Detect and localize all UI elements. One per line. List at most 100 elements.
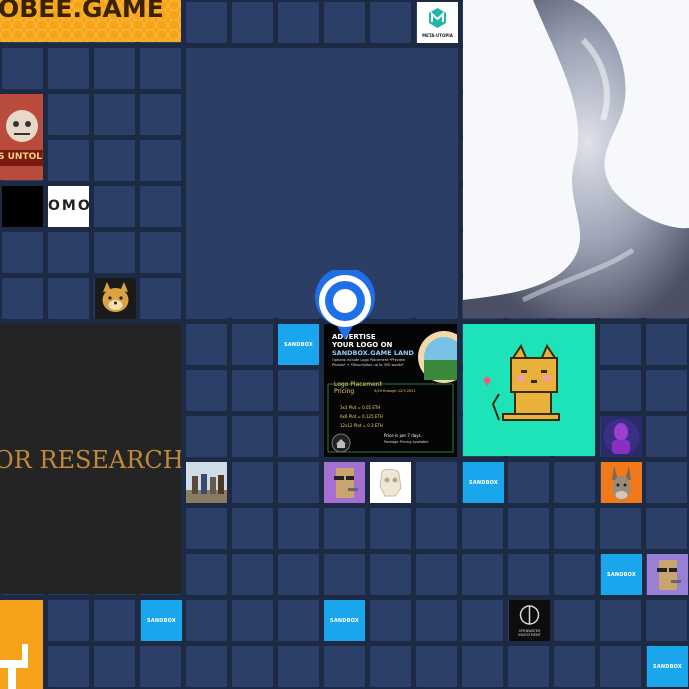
empty-parcel[interactable] bbox=[416, 508, 457, 549]
advert-billboard[interactable]: ADVERTISE YOUR LOGO ON SANDBOX.GAME LAND… bbox=[324, 324, 457, 457]
empty-parcel[interactable] bbox=[48, 140, 89, 181]
empty-parcel[interactable] bbox=[554, 508, 595, 549]
empty-parcel[interactable] bbox=[370, 646, 411, 687]
empty-parcel[interactable] bbox=[646, 600, 687, 641]
empty-parcel[interactable] bbox=[186, 554, 227, 595]
empty-parcel[interactable] bbox=[94, 48, 135, 89]
meta-utopia-logo[interactable]: META-UTOPIA bbox=[417, 2, 458, 43]
empty-parcel[interactable] bbox=[140, 646, 181, 687]
sandbox-logo-tile[interactable]: SANDBOX bbox=[647, 646, 688, 687]
empty-parcel[interactable] bbox=[324, 2, 365, 43]
empty-parcel[interactable] bbox=[140, 278, 181, 319]
empty-parcel[interactable] bbox=[508, 508, 549, 549]
punk-avatar-1[interactable] bbox=[324, 462, 365, 503]
sandbox-logo-tile[interactable]: SANDBOX bbox=[463, 462, 504, 503]
empty-parcel[interactable] bbox=[370, 600, 411, 641]
empty-parcel[interactable] bbox=[278, 462, 319, 503]
omo-logo[interactable]: OMO bbox=[48, 186, 89, 227]
sandbox-logo-tile[interactable]: SANDBOX bbox=[601, 554, 642, 595]
location-pin[interactable] bbox=[314, 267, 376, 342]
empty-parcel[interactable] bbox=[186, 508, 227, 549]
empty-parcel[interactable] bbox=[278, 554, 319, 595]
empty-parcel[interactable] bbox=[554, 600, 595, 641]
empty-parcel[interactable] bbox=[94, 94, 135, 135]
empty-parcel[interactable] bbox=[232, 2, 273, 43]
empty-parcel[interactable] bbox=[370, 508, 411, 549]
empty-parcel[interactable] bbox=[646, 370, 687, 411]
empty-parcel[interactable] bbox=[646, 324, 687, 365]
empty-parcel[interactable] bbox=[232, 416, 273, 457]
empty-parcel[interactable] bbox=[94, 600, 135, 641]
empty-parcel[interactable] bbox=[232, 462, 273, 503]
empty-parcel[interactable] bbox=[278, 416, 319, 457]
empty-parcel[interactable] bbox=[2, 48, 43, 89]
empty-parcel[interactable] bbox=[554, 554, 595, 595]
creature-artwork[interactable] bbox=[463, 0, 689, 318]
empty-parcel[interactable] bbox=[48, 646, 89, 687]
donkey-artwork[interactable] bbox=[601, 462, 642, 503]
empty-parcel[interactable] bbox=[600, 600, 641, 641]
empty-parcel[interactable] bbox=[2, 278, 43, 319]
empty-parcel[interactable] bbox=[646, 462, 687, 503]
empty-parcel[interactable] bbox=[554, 462, 595, 503]
empty-parcel[interactable] bbox=[462, 646, 503, 687]
empty-parcel[interactable] bbox=[48, 94, 89, 135]
empty-parcel[interactable] bbox=[416, 646, 457, 687]
empty-parcel[interactable] bbox=[600, 324, 641, 365]
openwater-logo[interactable]: OPENWATER INVESTMENT bbox=[509, 600, 550, 641]
empty-parcel[interactable] bbox=[462, 600, 503, 641]
empty-parcel[interactable] bbox=[508, 554, 549, 595]
empty-parcel[interactable] bbox=[48, 600, 89, 641]
land-map[interactable]: OBEE.GAME META-UTOPIA S UNTOL OMO OR RES… bbox=[0, 0, 689, 689]
empty-parcel[interactable] bbox=[232, 554, 273, 595]
empty-parcel[interactable] bbox=[94, 186, 135, 227]
empty-parcel[interactable] bbox=[186, 600, 227, 641]
sandbox-logo-tile[interactable]: SANDBOX bbox=[324, 600, 365, 641]
empty-parcel[interactable] bbox=[600, 508, 641, 549]
empty-parcel[interactable] bbox=[416, 600, 457, 641]
empty-parcel[interactable] bbox=[140, 94, 181, 135]
empty-parcel[interactable] bbox=[370, 554, 411, 595]
empty-parcel[interactable] bbox=[278, 508, 319, 549]
empty-parcel[interactable] bbox=[232, 508, 273, 549]
empty-parcel[interactable] bbox=[416, 554, 457, 595]
empty-parcel[interactable] bbox=[232, 600, 273, 641]
empty-parcel[interactable] bbox=[232, 646, 273, 687]
empty-parcel[interactable] bbox=[600, 370, 641, 411]
group-photo-artwork[interactable] bbox=[186, 462, 227, 503]
empty-parcel[interactable] bbox=[462, 554, 503, 595]
empty-parcel[interactable] bbox=[600, 646, 641, 687]
empty-parcel[interactable] bbox=[186, 2, 227, 43]
sandbox-logo-tile[interactable]: SANDBOX bbox=[278, 324, 319, 365]
empty-parcel[interactable] bbox=[554, 646, 595, 687]
research-estate[interactable]: OR RESEARCH bbox=[0, 324, 181, 594]
empty-parcel[interactable] bbox=[48, 48, 89, 89]
orange-artwork[interactable] bbox=[0, 600, 43, 689]
empty-parcel[interactable] bbox=[508, 462, 549, 503]
empty-parcel[interactable] bbox=[324, 646, 365, 687]
empty-parcel[interactable] bbox=[140, 48, 181, 89]
untold-artwork[interactable]: S UNTOLD bbox=[0, 94, 43, 180]
empty-parcel[interactable] bbox=[94, 232, 135, 273]
empty-parcel[interactable] bbox=[48, 232, 89, 273]
skull-artwork[interactable] bbox=[370, 462, 411, 503]
empty-parcel[interactable] bbox=[232, 324, 273, 365]
bee-game-banner[interactable]: OBEE.GAME bbox=[0, 0, 181, 42]
empty-parcel[interactable] bbox=[94, 140, 135, 181]
empty-parcel[interactable] bbox=[370, 2, 411, 43]
empty-parcel[interactable] bbox=[508, 646, 549, 687]
empty-parcel[interactable] bbox=[94, 646, 135, 687]
empty-parcel[interactable] bbox=[324, 554, 365, 595]
punk-avatar-2[interactable] bbox=[647, 554, 688, 595]
empty-parcel[interactable] bbox=[140, 140, 181, 181]
empty-parcel[interactable] bbox=[278, 2, 319, 43]
empty-parcel[interactable] bbox=[186, 416, 227, 457]
empty-parcel[interactable] bbox=[140, 186, 181, 227]
empty-parcel[interactable] bbox=[278, 370, 319, 411]
purple-character-artwork[interactable] bbox=[601, 416, 642, 457]
empty-parcel[interactable] bbox=[186, 646, 227, 687]
black-parcel[interactable] bbox=[2, 186, 43, 227]
empty-parcel[interactable] bbox=[140, 232, 181, 273]
cat-artwork[interactable] bbox=[463, 324, 595, 456]
empty-parcel[interactable] bbox=[324, 508, 365, 549]
